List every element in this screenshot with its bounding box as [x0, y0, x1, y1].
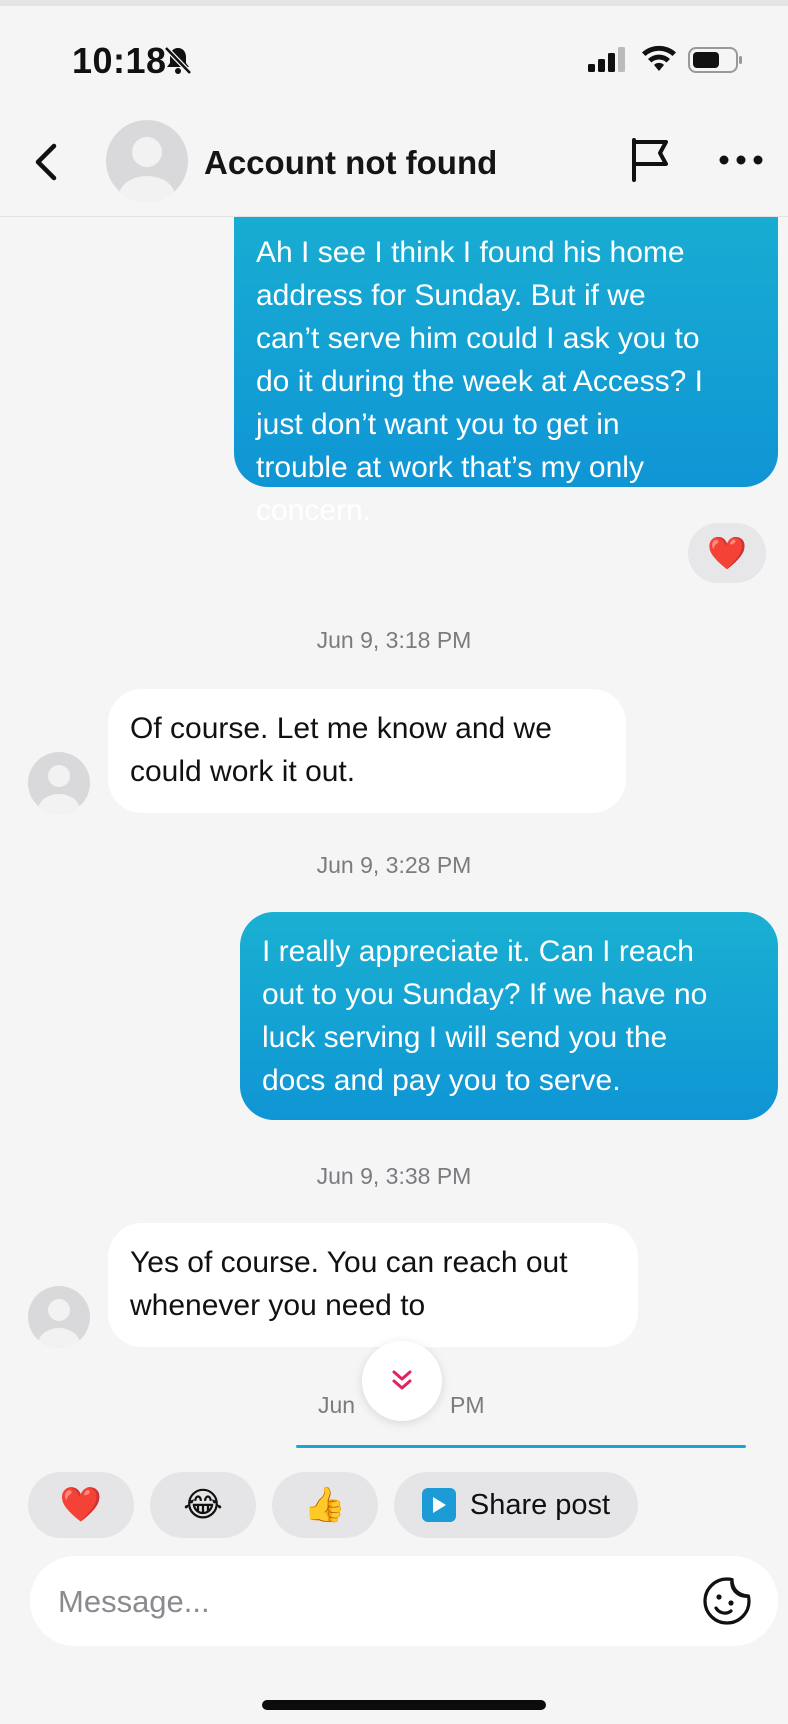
message-line: whenever you need to — [130, 1289, 426, 1322]
partial-outgoing-message — [296, 1445, 746, 1448]
message-timestamp: Jun 9, 3:18 PM — [316, 627, 472, 653]
heart-icon: ❤️ — [59, 1486, 103, 1524]
laugh-quick-reply-button[interactable]: 😂 — [150, 1472, 256, 1538]
message-line: Of course. Let me know and we — [130, 712, 552, 745]
thumbs-up-icon: 👍 — [303, 1486, 347, 1524]
message-line: docs and pay you to serve. — [262, 1064, 621, 1097]
message-composer — [30, 1556, 778, 1646]
scroll-to-bottom-button[interactable] — [362, 1341, 442, 1421]
outgoing-message[interactable]: Ah I see I think I found his home addres… — [234, 217, 778, 527]
chat-title[interactable]: Account not found — [204, 144, 497, 182]
message-line: just don’t want you to get in — [256, 408, 620, 441]
flag-icon[interactable] — [628, 136, 672, 184]
sender-avatar-icon — [28, 752, 90, 814]
chat-header: Account not found — [0, 110, 788, 217]
double-chevron-down-icon — [392, 1370, 412, 1390]
message-line: Ah I see I think I found his home — [256, 236, 685, 269]
share-post-icon — [421, 1488, 456, 1522]
incoming-message[interactable]: Of course. Let me know and we could work… — [108, 689, 626, 813]
sticker-icon[interactable] — [702, 1576, 752, 1626]
battery-icon — [688, 47, 742, 73]
profile-avatar-icon[interactable] — [106, 120, 188, 202]
heart-quick-reply-button[interactable]: ❤️ — [28, 1472, 134, 1538]
message-timestamp: Jun 9, 3:28 PM — [316, 852, 472, 878]
message-line: trouble at work that’s my only — [256, 451, 644, 484]
message-timestamp-partial: PM — [450, 1392, 485, 1418]
message-line: I really appreciate it. Can I reach — [262, 935, 694, 968]
outgoing-message[interactable]: I really appreciate it. Can I reach out … — [240, 912, 778, 1120]
home-indicator — [262, 1700, 546, 1710]
heart-reaction-badge[interactable]: ❤️ — [688, 523, 766, 583]
share-post-label: Share post — [469, 1488, 611, 1521]
laughing-face-icon: 😂 — [183, 1486, 223, 1524]
message-thread[interactable]: Ah I see I think I found his home addres… — [0, 217, 788, 1437]
message-input[interactable] — [56, 1576, 660, 1628]
message-timestamp: Jun 9, 3:38 PM — [316, 1163, 472, 1189]
bell-slash-icon — [164, 46, 192, 75]
message-line: Yes of course. You can reach out — [130, 1246, 568, 1279]
message-line: concern. — [256, 494, 372, 527]
message-line: out to you Sunday? If we have no — [262, 978, 708, 1011]
signal-icon — [588, 47, 625, 72]
message-line: could work it out. — [130, 755, 356, 788]
back-chevron-icon[interactable] — [30, 140, 64, 184]
status-time: 10:18 — [72, 40, 167, 81]
heart-icon: ❤️ — [707, 535, 747, 571]
incoming-message[interactable]: Yes of course. You can reach out wheneve… — [108, 1223, 638, 1347]
quick-reaction-bar: ❤️ 😂 👍 Share post — [0, 1472, 788, 1538]
wifi-icon — [642, 45, 676, 71]
message-timestamp-partial: Jun — [318, 1392, 356, 1418]
message-line: can’t serve him could I ask you to — [256, 322, 700, 355]
status-bar: 10:18 — [0, 0, 788, 110]
thumbs-up-quick-reply-button[interactable]: 👍 — [272, 1472, 378, 1538]
message-line: luck serving I will send you the — [262, 1021, 668, 1054]
share-post-button[interactable]: Share post — [394, 1472, 638, 1538]
message-line: address for Sunday. But if we — [256, 279, 646, 312]
sender-avatar-icon — [28, 1286, 90, 1348]
message-line: do it during the week at Access? I — [256, 365, 703, 398]
more-icon[interactable] — [716, 150, 766, 170]
